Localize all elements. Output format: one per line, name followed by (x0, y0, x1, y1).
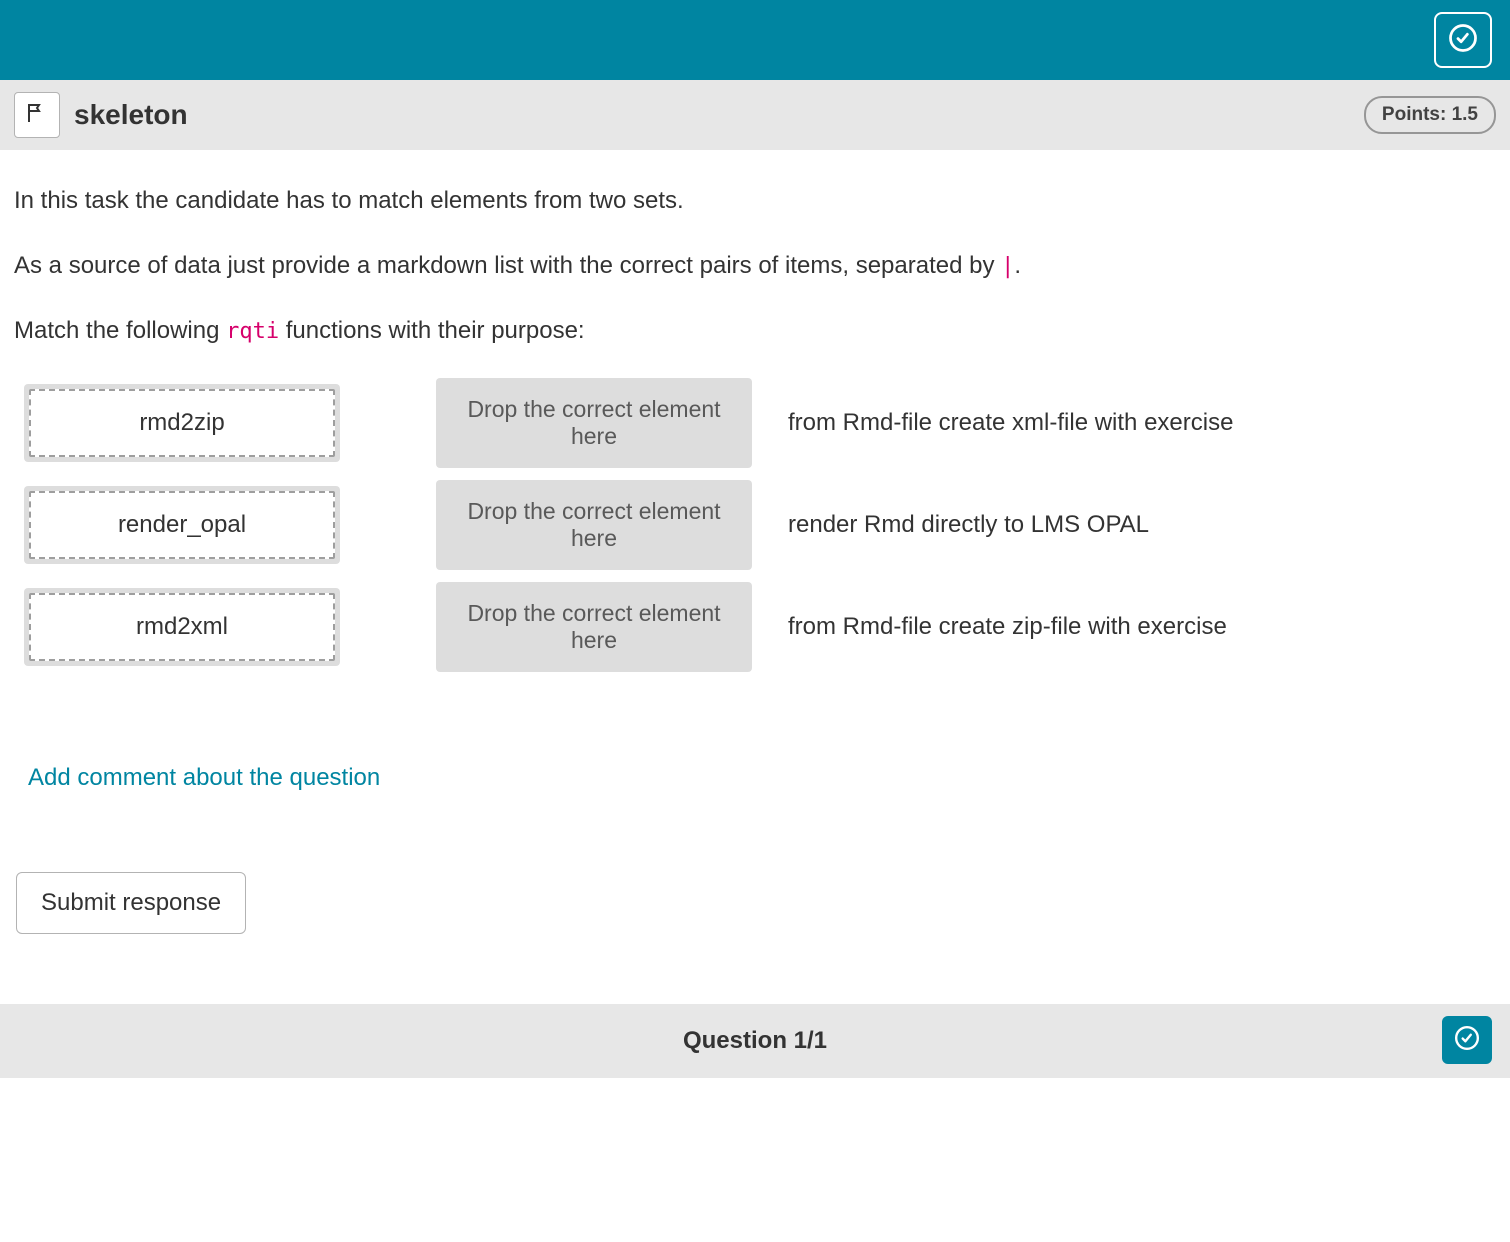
question-title: skeleton (74, 99, 188, 131)
complete-test-button-top[interactable] (1434, 12, 1492, 68)
add-comment-link[interactable]: Add comment about the question (28, 764, 380, 792)
drop-zone-3[interactable]: Drop the correct element here (436, 582, 752, 672)
check-circle-icon (1448, 23, 1478, 58)
title-bar: skeleton Points: 1.5 (0, 80, 1510, 150)
drag-item-rmd2zip[interactable]: rmd2zip (29, 389, 335, 457)
submit-response-button[interactable]: Submit response (16, 872, 246, 934)
match-row: rmd2zip Drop the correct element here fr… (24, 378, 1496, 468)
points-badge: Points: 1.5 (1364, 96, 1496, 134)
instructions: In this task the candidate has to match … (14, 184, 1496, 348)
title-left: skeleton (14, 92, 188, 138)
drag-wrapper: rmd2zip (24, 384, 340, 462)
complete-test-button-bottom[interactable] (1442, 1016, 1492, 1064)
flag-icon (25, 101, 49, 130)
code-rqti: rqti (226, 319, 279, 344)
bottom-bar: Question 1/1 (0, 1004, 1510, 1078)
drag-wrapper: rmd2xml (24, 588, 340, 666)
drag-wrapper: render_opal (24, 486, 340, 564)
instruction-text: . (1014, 252, 1021, 279)
purpose-text: from Rmd-file create zip-file with exerc… (788, 613, 1227, 641)
flag-button[interactable] (14, 92, 60, 138)
drop-zone-2[interactable]: Drop the correct element here (436, 480, 752, 570)
top-bar (0, 0, 1510, 80)
instruction-text: As a source of data just provide a markd… (14, 252, 1001, 279)
question-counter: Question 1/1 (683, 1027, 827, 1055)
instruction-line-2: As a source of data just provide a markd… (14, 249, 1496, 284)
drag-item-rmd2xml[interactable]: rmd2xml (29, 593, 335, 661)
purpose-text: render Rmd directly to LMS OPAL (788, 511, 1149, 539)
check-circle-icon (1454, 1025, 1480, 1056)
drop-zone-1[interactable]: Drop the correct element here (436, 378, 752, 468)
purpose-text: from Rmd-file create xml-file with exerc… (788, 409, 1233, 437)
instruction-text: functions with their purpose: (279, 317, 585, 344)
instruction-text: Match the following (14, 317, 226, 344)
content-area: In this task the candidate has to match … (0, 150, 1510, 954)
code-pipe: | (1001, 254, 1014, 279)
drag-item-render-opal[interactable]: render_opal (29, 491, 335, 559)
instruction-line-3: Match the following rqti functions with … (14, 314, 1496, 349)
match-area: rmd2zip Drop the correct element here fr… (14, 378, 1496, 672)
instruction-line-1: In this task the candidate has to match … (14, 184, 1496, 219)
match-row: render_opal Drop the correct element her… (24, 480, 1496, 570)
match-row: rmd2xml Drop the correct element here fr… (24, 582, 1496, 672)
